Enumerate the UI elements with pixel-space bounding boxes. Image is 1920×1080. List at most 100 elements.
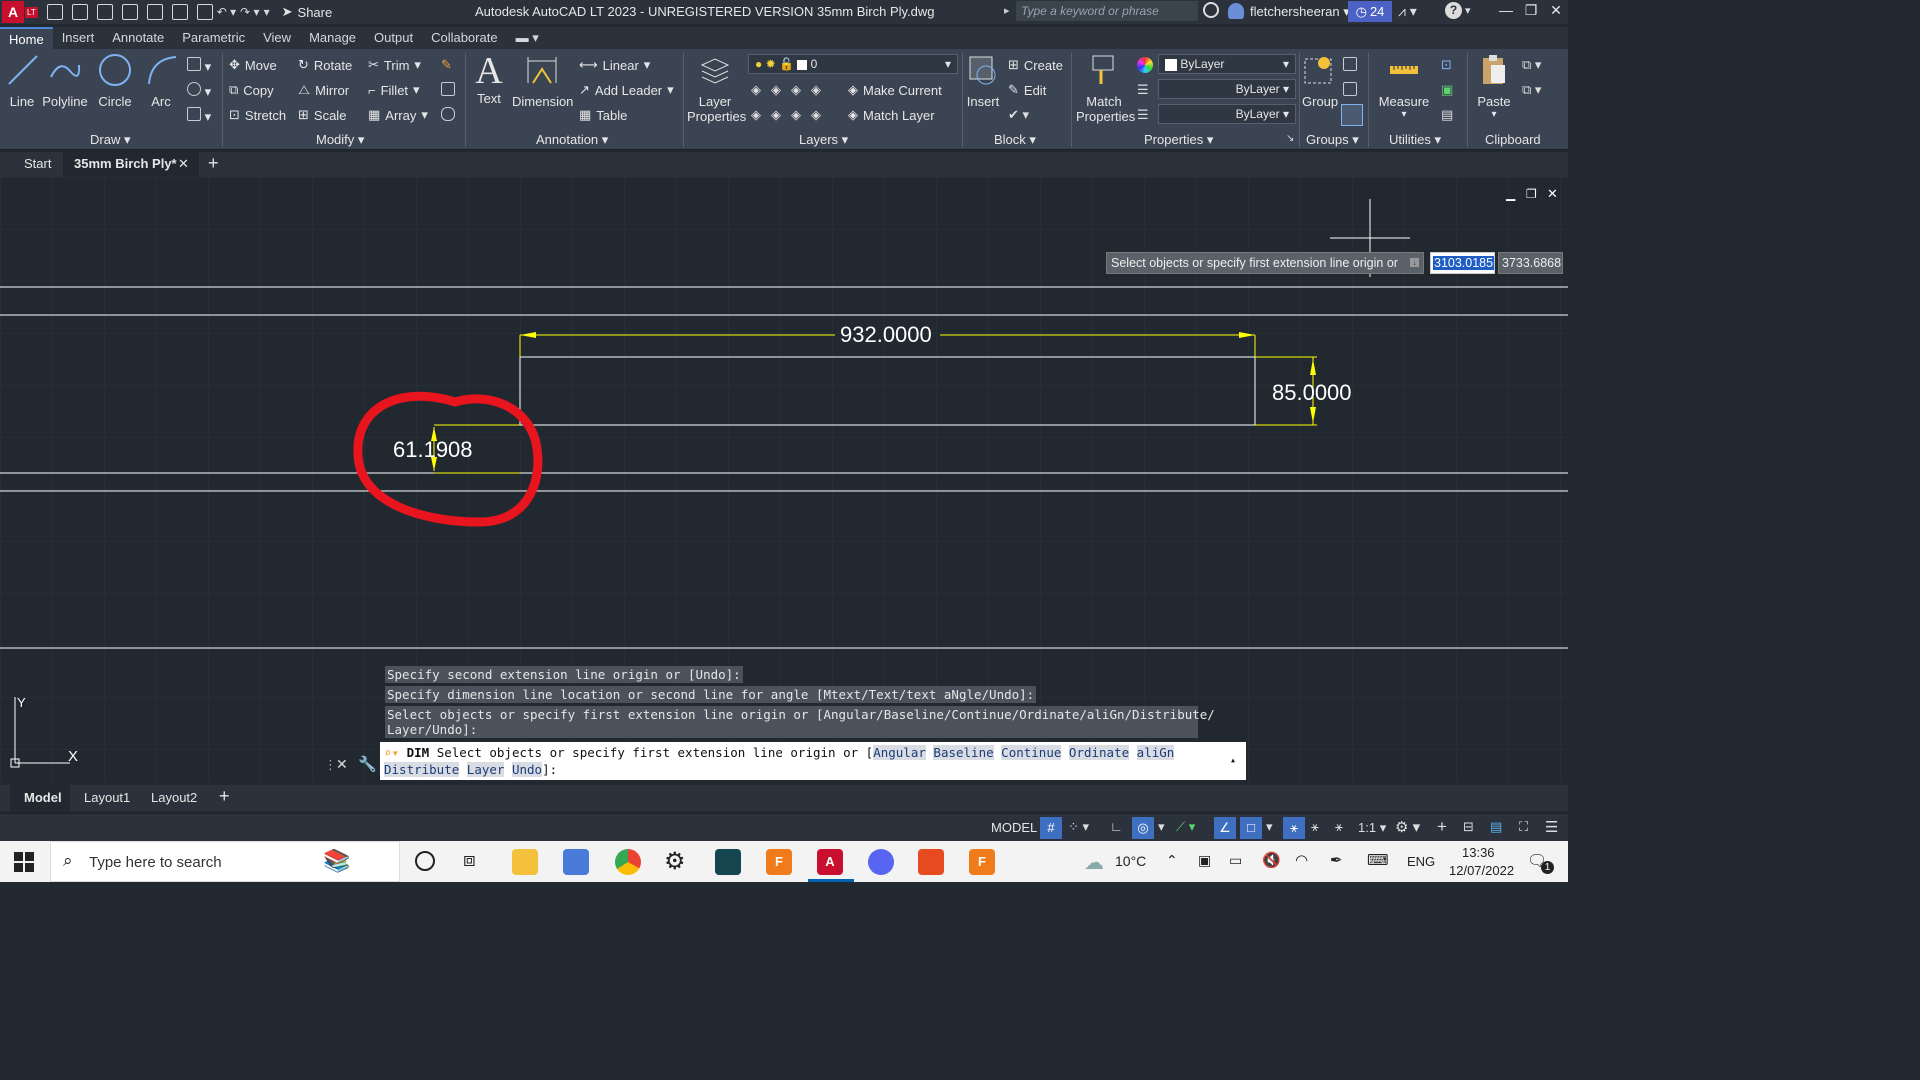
isodraft-icon[interactable]: ⟋ ▾ [1176, 819, 1195, 835]
units-icon[interactable]: ⊟ [1463, 819, 1474, 835]
restore-button[interactable]: ❐ [1520, 2, 1542, 22]
draw-panel-title[interactable]: Draw ▾ [90, 132, 130, 148]
open-file-icon[interactable] [71, 4, 88, 20]
tab-view[interactable]: View [254, 27, 300, 49]
command-option-distribute[interactable]: Distribute [384, 762, 460, 777]
search-input[interactable]: Type a keyword or phrase [1016, 1, 1198, 21]
dim-text-vertical[interactable]: 85.0000 [1272, 380, 1352, 406]
measure-button[interactable]: Measure ▾ [1378, 53, 1430, 120]
save-to-web-icon[interactable] [171, 4, 188, 20]
clipboard-panel-title[interactable]: Clipboard [1485, 132, 1541, 147]
search-expand-icon[interactable]: ▸ [1004, 4, 1010, 17]
command-option-continue[interactable]: Continue [1001, 745, 1062, 760]
object-snap-dropdown-icon[interactable]: ▾ [1266, 819, 1273, 835]
tab-insert[interactable]: Insert [53, 27, 104, 49]
tab-annotate[interactable]: Annotate [103, 27, 173, 49]
linetype-icon[interactable]: ☰ [1137, 82, 1149, 98]
chrome-icon[interactable] [615, 849, 641, 875]
copy-clip-icon[interactable]: ⧉ ▾ [1522, 82, 1541, 98]
coord-x-input[interactable]: 3103.0185 [1430, 252, 1495, 274]
annotation-scale-dropdown[interactable]: 1:1 ▾ [1358, 820, 1386, 836]
clock-date[interactable]: 12/07/2022 [1449, 863, 1514, 878]
group-edit-icon[interactable] [1343, 82, 1357, 99]
command-close-icon[interactable]: ✕ [336, 756, 348, 773]
color-dropdown[interactable]: ByLayer ▾ [1158, 54, 1296, 74]
open-from-web-icon[interactable] [146, 4, 163, 20]
match-layer-button[interactable]: ◈ Match Layer [848, 107, 935, 123]
tab-manage[interactable]: Manage [300, 27, 365, 49]
status-customize-icon[interactable]: ☰ [1545, 818, 1558, 836]
add-layout-button[interactable]: + [219, 786, 230, 807]
rectangle-icon[interactable]: ▾ [187, 57, 211, 75]
windows-start-icon[interactable] [14, 852, 34, 872]
command-history-toggle-icon[interactable]: ▴ [1230, 752, 1236, 769]
viewport-minimize-icon[interactable]: ▁ [1506, 187, 1515, 201]
autodesk-app-icon[interactable]: ⩘ ▾ [1398, 3, 1417, 20]
command-option-baseline[interactable]: Baseline [933, 745, 994, 760]
fillet-button[interactable]: ⌐ Fillet ▾ [368, 82, 420, 98]
object-snap-icon[interactable]: □ [1240, 817, 1262, 839]
match-properties-button[interactable]: Match Properties [1076, 53, 1135, 124]
object-snap-tracking-icon[interactable]: ∠ [1214, 817, 1236, 839]
color-wheel-icon[interactable] [1137, 57, 1153, 73]
tab-home[interactable]: Home [0, 27, 53, 49]
settings-icon[interactable]: ⚙ [664, 847, 686, 876]
erase-icon[interactable]: ✎ [441, 57, 452, 73]
polyline-button[interactable]: Polyline [42, 53, 88, 109]
plot-icon[interactable] [196, 4, 213, 20]
command-option-align[interactable]: aliGn [1136, 745, 1175, 760]
copy-button[interactable]: ⧉ Copy [229, 82, 274, 98]
lineweight-icon[interactable]: ☰ [1137, 107, 1149, 123]
wifi-icon[interactable]: ◠ [1295, 851, 1308, 869]
close-tab-icon[interactable]: ✕ [178, 156, 189, 172]
terminal-app-icon[interactable] [715, 849, 741, 875]
make-current-button[interactable]: ◈ Make Current [848, 82, 942, 98]
auto-scale-icon[interactable]: ⚹ [1311, 819, 1319, 835]
user-icon[interactable] [1228, 3, 1244, 19]
circle-button[interactable]: Circle [97, 53, 133, 109]
layer-tools-row2-icon[interactable]: ◈◈◈◈ [751, 107, 831, 123]
add-leader-button[interactable]: ↗ Add Leader ▾ [579, 82, 674, 98]
dim-text-horizontal[interactable]: 932.0000 [840, 322, 932, 348]
file-explorer-icon[interactable] [512, 849, 538, 875]
text-button[interactable]: A Text [473, 51, 505, 106]
grid-icon[interactable]: # [1040, 817, 1062, 839]
undo-icon[interactable]: ↶ ▾ [217, 5, 236, 19]
language-indicator[interactable]: ENG [1407, 854, 1435, 869]
block-panel-title[interactable]: Block ▾ [994, 132, 1036, 148]
help-dropdown-icon[interactable]: ▾ [1465, 4, 1471, 17]
table-button[interactable]: ▦ Table [579, 107, 627, 123]
command-line-input[interactable]: ⌕▾ DIM Select objects or specify first e… [380, 742, 1246, 780]
tab-parametric[interactable]: Parametric [173, 27, 254, 49]
properties-panel-title[interactable]: Properties ▾ [1144, 132, 1213, 148]
clean-screen-icon[interactable]: ⛶ [1519, 819, 1528, 835]
tab-output[interactable]: Output [365, 27, 422, 49]
layer-dropdown[interactable]: ● ✹ 🔓 0 ▾ [748, 54, 958, 74]
calculator-icon[interactable]: ▤ [1441, 107, 1453, 123]
annotation-panel-title[interactable]: Annotation ▾ [536, 132, 608, 148]
polar-tracking-icon[interactable]: ◎ [1132, 817, 1154, 839]
drawing-canvas[interactable]: 932.0000 85.0000 61.1908 Y X ▁ ❐ ✕ Selec… [0, 177, 1568, 782]
volume-muted-icon[interactable]: 🔇 [1262, 851, 1281, 869]
keyboard-icon[interactable]: ⌨ [1367, 851, 1389, 869]
viewport-close-icon[interactable]: ✕ [1547, 186, 1558, 202]
tray-expand-icon[interactable]: ⌃ [1166, 852, 1178, 869]
clock-time[interactable]: 13:36 [1462, 845, 1495, 860]
array-button[interactable]: ▦ Array ▾ [368, 107, 428, 123]
rotate-button[interactable]: ↻ Rotate [298, 57, 352, 73]
ellipse-icon[interactable]: ▾ [187, 82, 211, 100]
workspace-gear-icon[interactable]: ⚙ ▾ [1395, 818, 1420, 836]
insert-button[interactable]: Insert [966, 53, 1000, 109]
help-icon[interactable]: ? [1445, 2, 1462, 19]
hatch-icon[interactable]: ▾ [187, 107, 211, 125]
groups-panel-title[interactable]: Groups ▾ [1306, 132, 1359, 148]
annotation-monitor-icon[interactable]: + [1437, 817, 1447, 837]
autocad-taskbar-icon[interactable]: A [817, 849, 843, 875]
close-button[interactable]: ✕ [1545, 2, 1567, 22]
command-option-undo[interactable]: Undo [511, 762, 543, 777]
weather-cloud-icon[interactable]: ☁ [1084, 850, 1104, 875]
new-tab-button[interactable]: + [208, 153, 219, 174]
tab-start[interactable]: Start [24, 156, 51, 171]
user-menu[interactable]: fletchersheeran ▾ [1250, 4, 1350, 20]
autocad-logo-icon[interactable]: A [2, 1, 24, 23]
